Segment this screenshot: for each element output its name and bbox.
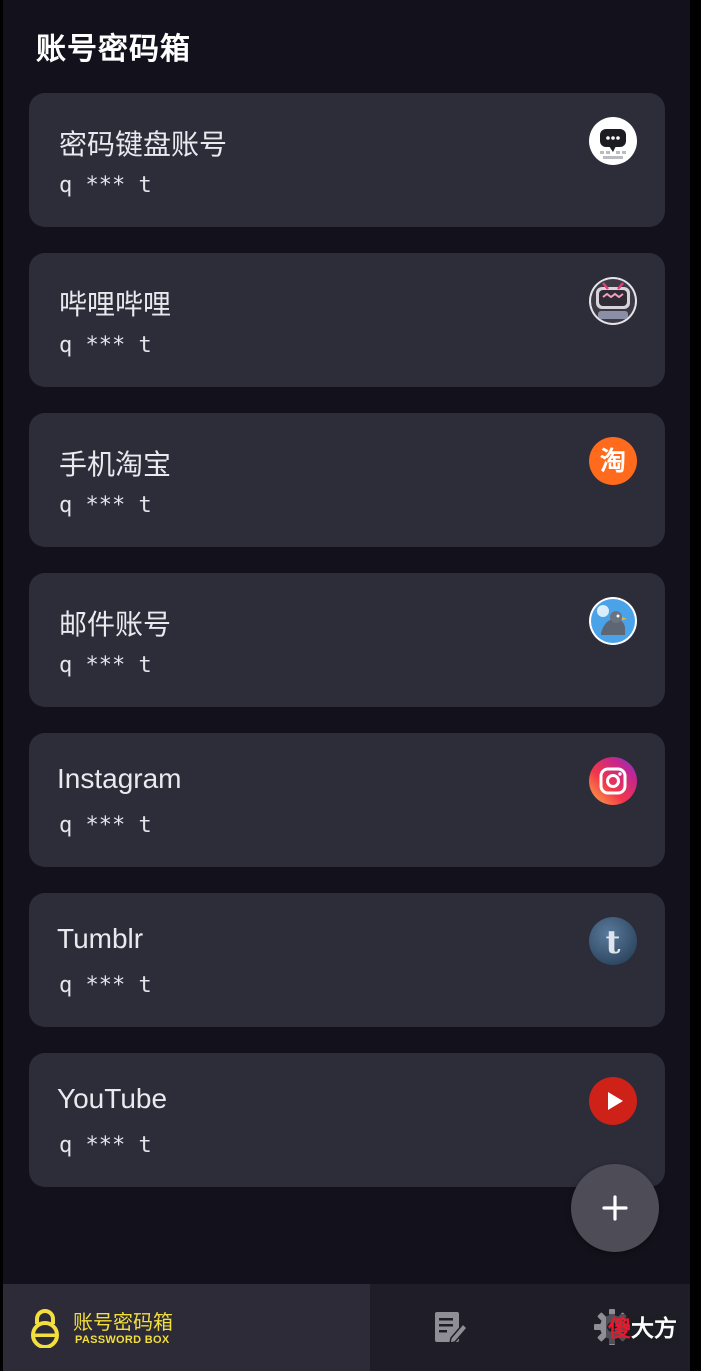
mail-app-icon bbox=[589, 597, 637, 645]
account-masked-username: q *** t bbox=[59, 333, 152, 358]
bottom-navigation: 账号密码箱 PASSWORD BOX bbox=[3, 1284, 690, 1371]
tumblr-icon: t bbox=[589, 917, 637, 965]
account-card-mail[interactable]: 邮件账号 q *** t bbox=[29, 573, 665, 707]
page-title: 账号密码箱 bbox=[36, 32, 191, 67]
bilibili-icon bbox=[589, 277, 637, 325]
account-card-youtube[interactable]: YouTube q *** t bbox=[29, 1053, 665, 1187]
account-masked-username: q *** t bbox=[59, 973, 152, 998]
account-card-tumblr[interactable]: Tumblr q *** t t bbox=[29, 893, 665, 1027]
account-name: 密码键盘账号 bbox=[59, 128, 228, 161]
account-name: 手机淘宝 bbox=[59, 448, 172, 481]
taobao-icon: 淘 bbox=[589, 437, 637, 485]
plus-icon bbox=[602, 1195, 628, 1221]
account-name: Tumblr bbox=[57, 923, 144, 954]
add-account-button[interactable] bbox=[571, 1164, 659, 1252]
account-name: YouTube bbox=[57, 1083, 168, 1114]
youtube-icon bbox=[589, 1077, 637, 1125]
svg-text:淘: 淘 bbox=[600, 447, 626, 477]
account-masked-username: q *** t bbox=[59, 173, 152, 198]
account-masked-username: q *** t bbox=[59, 653, 152, 678]
watermark-text: 傻大方 bbox=[606, 1314, 679, 1344]
tab-label: 账号密码箱 bbox=[73, 1310, 173, 1334]
app-screen: 账号密码箱 密码键盘账号 q *** t 哔哩哔哩 q *** t 手机淘宝 q… bbox=[3, 0, 690, 1371]
tab-sublabel: PASSWORD BOX bbox=[75, 1334, 170, 1346]
account-card-bilibili[interactable]: 哔哩哔哩 q *** t bbox=[29, 253, 665, 387]
lock-icon bbox=[31, 1309, 59, 1348]
account-name: 邮件账号 bbox=[59, 608, 172, 641]
keyboard-app-icon bbox=[589, 117, 637, 165]
notes-edit-icon[interactable] bbox=[433, 1308, 467, 1346]
tab-password-box[interactable]: 账号密码箱 PASSWORD BOX bbox=[3, 1284, 370, 1371]
account-card-taobao[interactable]: 手机淘宝 q *** t 淘 bbox=[29, 413, 665, 547]
account-masked-username: q *** t bbox=[59, 813, 152, 838]
account-name: Instagram bbox=[57, 763, 182, 794]
svg-text:t: t bbox=[606, 923, 621, 961]
account-name: 哔哩哔哩 bbox=[59, 288, 172, 321]
account-card-keyboard[interactable]: 密码键盘账号 q *** t bbox=[29, 93, 665, 227]
instagram-icon bbox=[589, 757, 637, 805]
account-card-instagram[interactable]: Instagram q *** t bbox=[29, 733, 665, 867]
account-masked-username: q *** t bbox=[59, 1133, 152, 1158]
account-masked-username: q *** t bbox=[59, 493, 152, 518]
